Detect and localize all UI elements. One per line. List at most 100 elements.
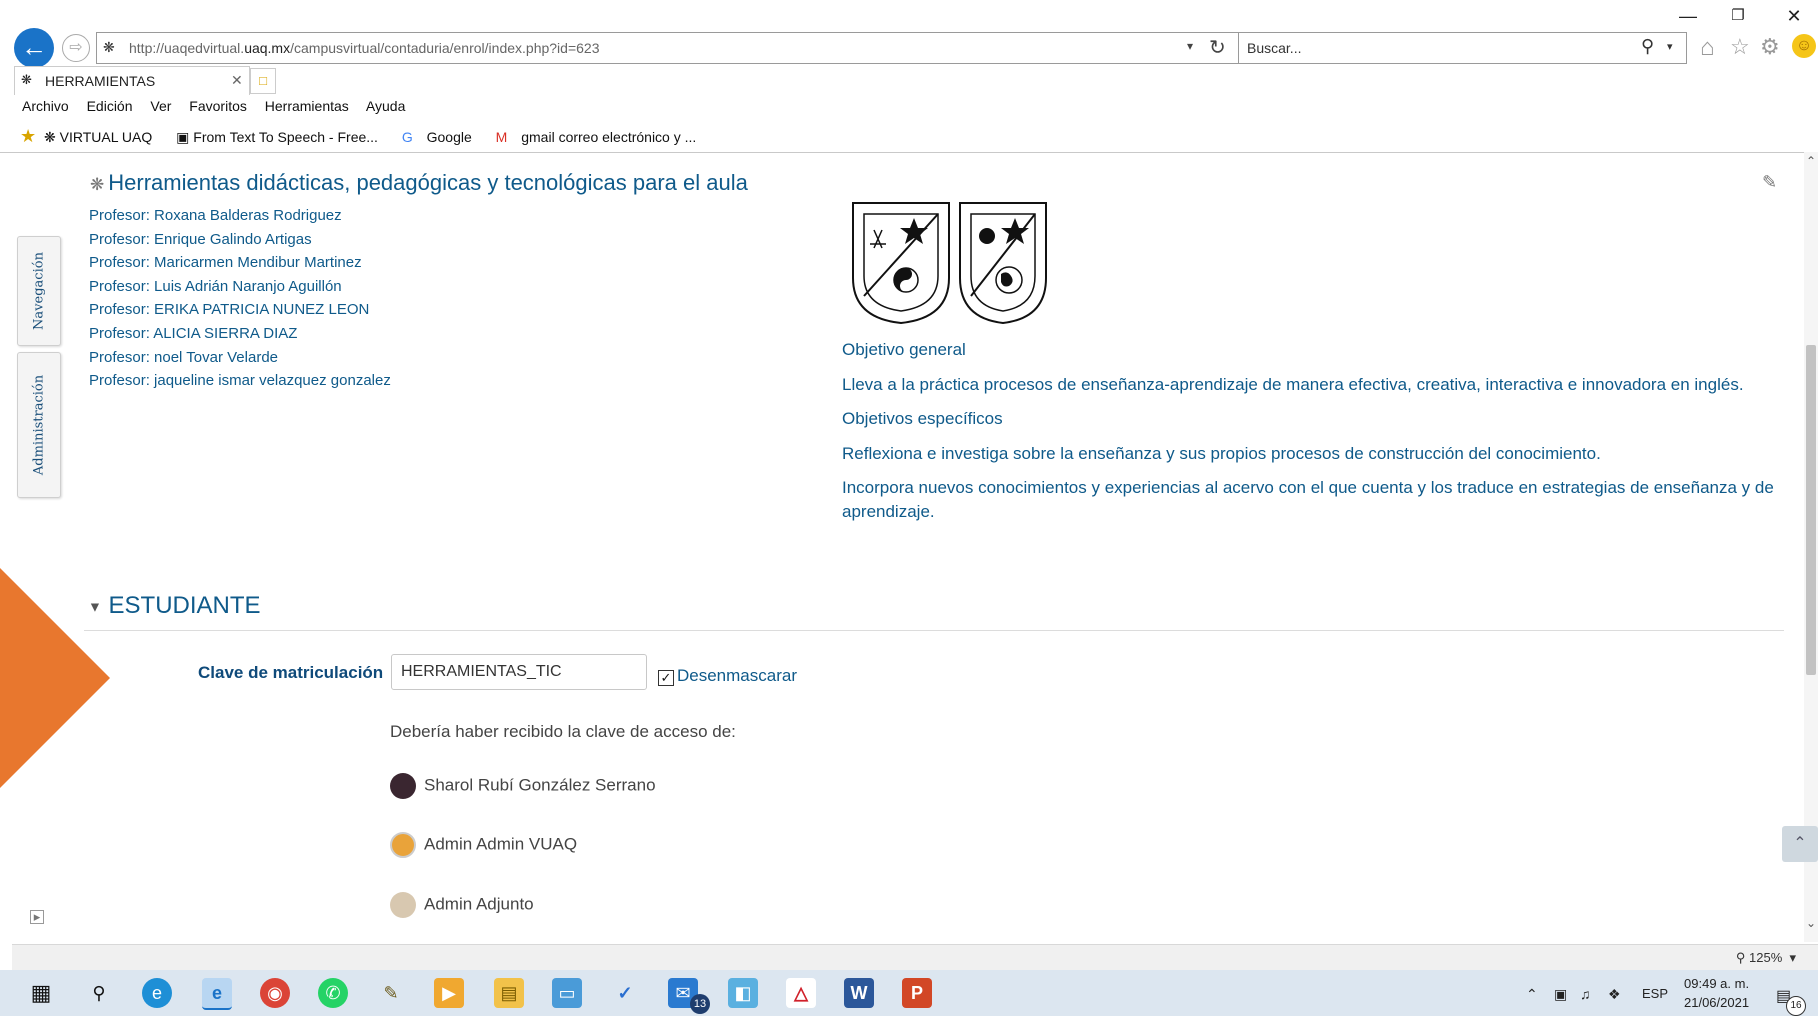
favorite-virtual-uaq-label: VIRTUAL UAQ <box>59 129 153 145</box>
address-bar[interactable]: ❋ http://uaqedvirtual.uaq.mx/campusvirtu… <box>96 32 1240 64</box>
add-favorite-star-icon[interactable]: ★ <box>20 126 36 146</box>
edit-icon[interactable]: ✎ <box>1762 172 1777 193</box>
language-indicator[interactable]: ESP <box>1642 986 1668 1001</box>
summary-paragraph: Lleva a la práctica procesos de enseñanz… <box>842 374 1744 394</box>
favorites-bar: ★ ❋ VIRTUAL UAQ ▣ From Text To Speech - … <box>20 126 716 147</box>
todo-icon[interactable]: ✓ <box>610 978 640 1008</box>
menu-ver[interactable]: Ver <box>150 98 171 114</box>
teacher-item[interactable]: Profesor: Maricarmen Mendibur Martinez <box>89 251 391 275</box>
section-divider <box>84 630 1784 631</box>
unmask-checkbox[interactable]: ✓ <box>658 670 674 686</box>
media-player-icon[interactable]: ▶ <box>434 978 464 1008</box>
powerpoint-icon[interactable]: P <box>902 978 932 1008</box>
teacher-item[interactable]: Profesor: Enrique Galindo Artigas <box>89 228 391 252</box>
windows-start-icon[interactable]: ▦ <box>26 978 56 1008</box>
url-prefix: http://uaqedvirtual. <box>129 40 245 56</box>
avatar <box>390 773 416 799</box>
favorite-virtual-uaq[interactable]: ❋ VIRTUAL UAQ <box>44 129 162 145</box>
minimize-button[interactable]: — <box>1668 6 1708 27</box>
favorite-google[interactable]: G Google <box>402 129 482 145</box>
search-dropdown-icon[interactable]: ▾ <box>1667 40 1673 53</box>
clock-time: 09:49 a. m. <box>1684 976 1750 991</box>
collapse-caret-icon[interactable]: ▼ <box>88 599 102 615</box>
teacher-item[interactable]: Profesor: Luis Adrián Naranjo Aguillón <box>89 275 391 299</box>
back-to-top-button[interactable]: ⌃ <box>1782 826 1818 862</box>
edge-icon[interactable]: e <box>142 978 172 1008</box>
sidebar-tab-navigation[interactable]: Navegación <box>17 236 61 346</box>
sidebar-tab-administration[interactable]: Administración <box>17 352 61 498</box>
menu-edicion[interactable]: Edición <box>87 98 133 114</box>
internet-explorer-icon[interactable]: e <box>202 978 232 1010</box>
course-icon: ❋ <box>90 175 105 194</box>
desktop-app-icon[interactable]: ▭ <box>552 978 582 1008</box>
meet-now-icon[interactable]: ▣ <box>1554 986 1567 1003</box>
menu-favoritos[interactable]: Favoritos <box>189 98 247 114</box>
refresh-icon[interactable]: ↻ <box>1209 35 1226 60</box>
menu-herramientas[interactable]: Herramientas <box>265 98 349 114</box>
back-button[interactable]: ← <box>14 28 54 68</box>
home-icon[interactable]: ⌂ <box>1700 34 1715 62</box>
contact-item[interactable]: Admin Adjunto <box>390 892 534 918</box>
file-explorer-icon[interactable]: ▤ <box>494 978 524 1008</box>
scroll-down-icon[interactable]: ⌄ <box>1806 916 1816 930</box>
menu-ayuda[interactable]: Ayuda <box>366 98 405 114</box>
google-icon: G <box>401 129 413 145</box>
zoom-level[interactable]: ⚲ 125% ▾ <box>1736 950 1796 966</box>
university-shield-logo <box>959 202 1047 325</box>
sketch-tool-icon[interactable]: ✎ <box>376 978 406 1008</box>
search-box[interactable]: Buscar... ⚲ ▾ <box>1238 32 1687 64</box>
teacher-item[interactable]: Profesor: Roxana Balderas Rodriguez <box>89 204 391 228</box>
favorite-text-to-speech[interactable]: ▣ From Text To Speech - Free... <box>176 129 388 145</box>
contact-name: Admin Adjunto <box>424 894 534 914</box>
search-placeholder: Buscar... <box>1247 40 1302 56</box>
enrol-key-note: Debería haber recibido la clave de acces… <box>390 722 736 741</box>
browser-chrome: — ❐ ✕ ← ⇨ ❋ http://uaqedvirtual.uaq.mx/c… <box>0 0 1818 153</box>
restore-button[interactable]: ❐ <box>1718 6 1758 24</box>
summary-paragraph: Incorpora nuevos conocimientos y experie… <box>842 478 1774 521</box>
acrobat-icon[interactable]: △ <box>786 978 816 1008</box>
favorite-gmail[interactable]: M gmail correo electrónico y ... <box>496 129 707 145</box>
zoom-value: 125% <box>1749 950 1783 965</box>
whatsapp-icon[interactable]: ✆ <box>318 978 348 1008</box>
settings-gear-icon[interactable]: ⚙ <box>1760 34 1780 60</box>
chrome-icon[interactable]: ◉ <box>260 978 290 1008</box>
dock-block-icon[interactable]: ▸ <box>30 910 44 924</box>
menu-archivo[interactable]: Archivo <box>22 98 69 114</box>
new-tab-button[interactable]: □ <box>250 68 276 94</box>
tab-close-icon[interactable]: ✕ <box>231 72 243 89</box>
taskbar-clock[interactable]: 09:49 a. m. 21/06/2021 <box>1684 974 1749 1012</box>
volume-icon[interactable]: ♫ <box>1580 986 1591 1002</box>
address-dropdown-icon[interactable]: ▾ <box>1187 39 1193 53</box>
scroll-up-icon[interactable]: ⌃ <box>1806 154 1816 168</box>
browser-tab[interactable]: ❋ HERRAMIENTAS ✕ <box>14 66 250 95</box>
tablet-app-icon[interactable]: ◧ <box>728 978 758 1008</box>
unmask-label[interactable]: Desenmascarar <box>677 666 797 686</box>
contact-item[interactable]: Sharol Rubí González Serrano <box>390 773 656 799</box>
course-title[interactable]: ❋ Herramientas didácticas, pedagógicas y … <box>90 170 748 196</box>
contact-item[interactable]: Admin Admin VUAQ <box>390 832 577 858</box>
tray-overflow-icon[interactable]: ⌃ <box>1526 986 1538 1003</box>
forward-button[interactable]: ⇨ <box>62 34 90 62</box>
favorites-star-icon[interactable]: ☆ <box>1730 34 1750 60</box>
mail-badge: 13 <box>690 994 710 1014</box>
teacher-item[interactable]: Profesor: noel Tovar Velarde <box>89 346 391 370</box>
teacher-list: Profesor: Roxana Balderas Rodriguez Prof… <box>89 204 391 393</box>
enrolment-key-input[interactable]: HERRAMIENTAS_TIC <box>391 654 647 690</box>
avatar <box>390 892 416 918</box>
teacher-item[interactable]: Profesor: ERIKA PATRICIA NUNEZ LEON <box>89 298 391 322</box>
teacher-item[interactable]: Profesor: ALICIA SIERRA DIAZ <box>89 322 391 346</box>
enrol-section-title: ESTUDIANTE <box>108 592 261 619</box>
dropbox-icon[interactable]: ❖ <box>1608 986 1621 1003</box>
sidebar-tab-administration-label: Administración <box>31 374 47 476</box>
enrol-section-header[interactable]: ▼ ESTUDIANTE <box>88 592 261 620</box>
taskbar-search-icon[interactable]: ⚲ <box>84 978 114 1008</box>
feedback-smiley-icon[interactable]: ☺ <box>1792 34 1816 58</box>
teacher-item[interactable]: Profesor: jaqueline ismar velazquez gonz… <box>89 369 391 393</box>
word-icon[interactable]: W <box>844 978 874 1008</box>
scrollbar-thumb[interactable] <box>1806 345 1816 675</box>
sidebar-tab-navigation-label: Navegación <box>31 252 47 330</box>
search-icon[interactable]: ⚲ <box>1641 36 1654 57</box>
zoom-icon: ⚲ <box>1735 950 1746 965</box>
tab-title: HERRAMIENTAS <box>45 73 156 89</box>
close-window-button[interactable]: ✕ <box>1774 6 1814 27</box>
